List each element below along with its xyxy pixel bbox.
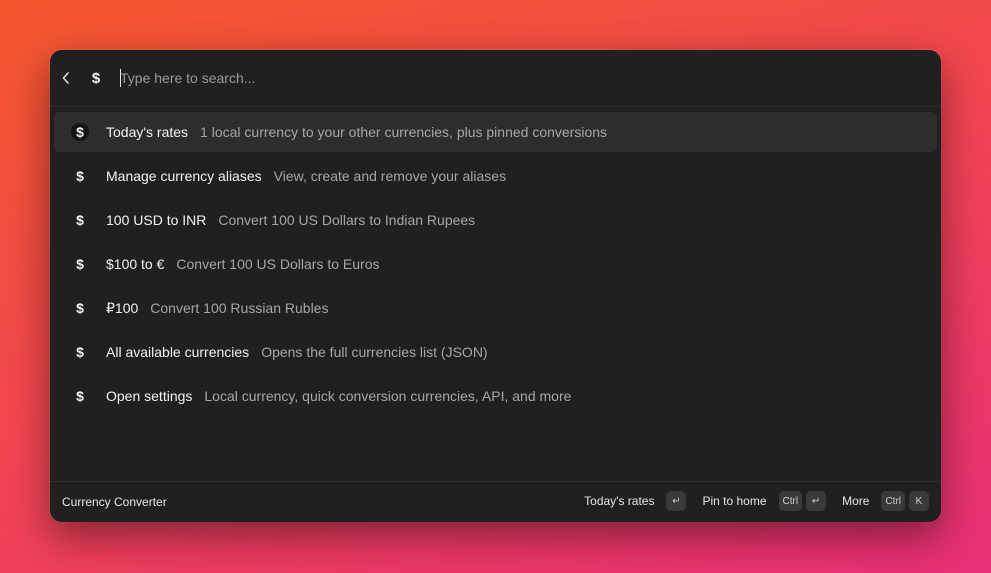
launcher-window: $ $ Today's rates 1 local currency to you… [50,50,941,522]
dollar-icon: $ [76,388,84,404]
ctrl-key: Ctrl [881,491,905,511]
item-subtitle: Convert 100 US Dollars to Indian Rupees [218,212,476,228]
item-title: Today's rates [106,124,189,140]
item-subtitle: View, create and remove your aliases [273,168,507,184]
action-label: More [842,494,870,508]
more-actions-button[interactable]: More Ctrl K [842,491,929,511]
list-item-open-settings[interactable]: $ Open settings Local currency, quick con… [54,376,937,416]
item-title: ₽100 [106,300,139,316]
list-item-todays-rates[interactable]: $ Today's rates 1 local currency to your … [54,112,937,152]
enter-key-icon: ↵ [666,491,687,511]
item-title: All available currencies [106,344,250,360]
item-subtitle: Local currency, quick conversion currenc… [204,388,572,404]
action-bar: Today's rates ↵ Pin to home Ctrl ↵ More … [568,491,929,511]
results-list: $ Today's rates 1 local currency to your … [54,112,937,420]
dollar-icon: $ [76,212,84,228]
item-title: 100 USD to INR [106,212,207,228]
back-button[interactable] [58,66,74,90]
search-input[interactable] [120,66,900,90]
pin-to-home-action[interactable]: Pin to home Ctrl ↵ [702,491,827,511]
k-key: K [909,491,929,511]
item-subtitle: Convert 100 US Dollars to Euros [176,256,380,272]
item-subtitle: Opens the full currencies list (JSON) [261,344,488,360]
dollar-icon: $ [71,123,89,141]
action-label: Pin to home [702,494,767,508]
item-subtitle: Convert 100 Russian Rubles [150,300,329,316]
text-caret [120,69,121,87]
list-item-rub[interactable]: $ ₽100 Convert 100 Russian Rubles [54,288,937,328]
list-item-all-currencies[interactable]: $ All available currencies Opens the full… [54,332,937,372]
ctrl-key: Ctrl [778,491,803,511]
extension-title: Currency Converter [62,495,167,509]
enter-key-icon: ↵ [806,491,827,511]
list-item-manage-aliases[interactable]: $ Manage currency aliases View, create an… [54,156,937,196]
chevron-left-icon [62,72,69,84]
item-title: $100 to € [106,256,165,272]
list-item-usd-to-eur[interactable]: $ $100 to € Convert 100 US Dollars to Eur… [54,244,937,284]
footer-bar: Currency Converter Today's rates ↵ Pin t… [50,481,941,522]
item-title: Manage currency aliases [106,168,262,184]
action-label: Today's rates [584,494,655,508]
dollar-icon: $ [76,344,84,360]
dollar-icon: $ [76,168,84,184]
dollar-icon: $ [91,69,101,87]
dollar-icon: $ [76,300,84,316]
search-bar: $ [50,50,941,107]
item-subtitle: 1 local currency to your other currencie… [200,124,608,140]
list-item-usd-to-inr[interactable]: $ 100 USD to INR Convert 100 US Dollars t… [54,200,937,240]
dollar-icon: $ [76,256,84,272]
todays-rates-action[interactable]: Today's rates ↵ [584,491,687,511]
item-title: Open settings [106,388,193,404]
